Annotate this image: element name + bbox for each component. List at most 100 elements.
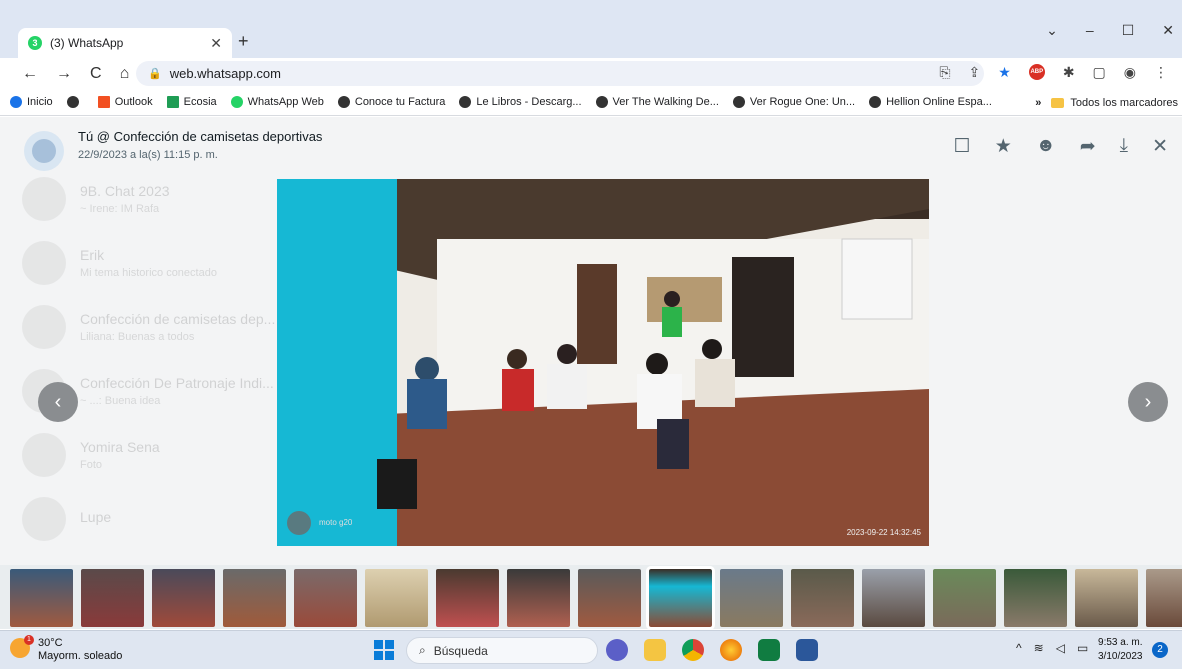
- chat-name: Confección De Patronaje Indi...: [80, 375, 274, 391]
- volume-icon[interactable]: ◁: [1056, 641, 1065, 655]
- bookmark-libros[interactable]: Le Libros - Descarg...: [459, 96, 582, 108]
- download-icon[interactable]: ⤓: [1120, 135, 1128, 158]
- extensions-icon[interactable]: ✱: [1063, 64, 1075, 81]
- thumbnail[interactable]: [294, 569, 357, 627]
- bookmark-star-icon[interactable]: ★: [998, 64, 1011, 81]
- thumbnail[interactable]: [507, 569, 570, 627]
- weather-widget[interactable]: 30°C Mayorm. soleado: [38, 637, 122, 663]
- thumbnail[interactable]: [1004, 569, 1067, 627]
- bookmarks-overflow-button[interactable]: »: [1035, 97, 1041, 109]
- thumbnail-selected[interactable]: [646, 566, 715, 629]
- profile-icon[interactable]: ◉: [1124, 64, 1136, 81]
- bookmark-factura[interactable]: Conoce tu Factura: [337, 96, 445, 108]
- thumbnail[interactable]: [1075, 569, 1138, 627]
- chevron-right-icon: ›: [1144, 390, 1152, 413]
- adblock-icon[interactable]: ABP: [1028, 64, 1045, 80]
- globe-icon: [66, 96, 79, 108]
- bookmark-inicio[interactable]: Inicio: [10, 96, 53, 108]
- previous-media-button[interactable]: ‹: [38, 382, 78, 422]
- thumbnail-strip: [0, 565, 1182, 629]
- back-icon[interactable]: ←: [22, 65, 38, 83]
- chrome-icon[interactable]: [682, 639, 704, 661]
- thumbnail[interactable]: [223, 569, 286, 627]
- maximize-button[interactable]: ☐: [1122, 22, 1135, 39]
- bookmark-outlook[interactable]: Outlook: [97, 96, 153, 108]
- word-icon[interactable]: [796, 639, 818, 661]
- bookmark-blank[interactable]: [66, 96, 84, 108]
- start-button[interactable]: [374, 640, 394, 660]
- avatar: [22, 305, 66, 349]
- thumbnail[interactable]: [862, 569, 925, 627]
- notification-badge[interactable]: 2: [1152, 642, 1168, 658]
- viewer-header: Tú @ Confección de camisetas deportivas …: [0, 117, 1182, 173]
- clock-date: 3/10/2023: [1098, 651, 1143, 662]
- install-icon[interactable]: ⎘: [939, 64, 950, 81]
- star-icon[interactable]: ★: [995, 135, 1012, 158]
- chat-name: 9B. Chat 2023: [80, 183, 170, 199]
- url-field[interactable]: 🔒 web.whatsapp.com: [136, 61, 984, 86]
- close-icon[interactable]: ✕: [1152, 135, 1168, 158]
- taskbar: 1 30°C Mayorm. soleado ⌕ Búsqueda ^ ≋ ◁ …: [0, 630, 1182, 669]
- thumbnail[interactable]: [791, 569, 854, 627]
- tab-search-icon[interactable]: ⌄: [1046, 22, 1058, 39]
- thumbnail[interactable]: [436, 569, 499, 627]
- react-icon[interactable]: ☻: [1036, 135, 1056, 158]
- share-icon[interactable]: ⇪: [969, 64, 981, 81]
- minimize-button[interactable]: –: [1086, 22, 1094, 39]
- thumbnail[interactable]: [1146, 569, 1182, 627]
- taskbar-search[interactable]: ⌕ Búsqueda: [406, 637, 598, 664]
- bookmark-rogue[interactable]: Ver Rogue One: Un...: [732, 96, 855, 108]
- file-explorer-icon[interactable]: [644, 639, 666, 661]
- tab-title: (3) WhatsApp: [50, 36, 124, 50]
- thumbnail[interactable]: [365, 569, 428, 627]
- chevron-up-icon[interactable]: ^: [1016, 641, 1022, 655]
- new-tab-button[interactable]: +: [238, 31, 249, 52]
- photo-watermark: moto g20: [319, 518, 353, 527]
- close-tab-icon[interactable]: ✕: [210, 35, 222, 52]
- bookmark-whatsapp[interactable]: WhatsApp Web: [230, 96, 324, 108]
- excel-icon[interactable]: [758, 639, 780, 661]
- next-media-button[interactable]: ›: [1128, 382, 1168, 422]
- menu-icon[interactable]: ⋮: [1154, 64, 1168, 81]
- bookmark-hellion[interactable]: Hellion Online Espa...: [869, 96, 992, 108]
- reload-icon[interactable]: C: [90, 65, 102, 83]
- clock[interactable]: 9:53 a. m. 3/10/2023: [1098, 636, 1143, 664]
- forward-icon[interactable]: →: [56, 65, 72, 83]
- home-icon[interactable]: ⌂: [120, 65, 130, 83]
- group-avatar[interactable]: [24, 131, 64, 171]
- chat-app-icon[interactable]: [606, 639, 628, 661]
- globe-icon: [869, 96, 882, 108]
- tab-whatsapp[interactable]: 3 (3) WhatsApp ✕: [18, 28, 232, 58]
- all-bookmarks-button[interactable]: Todos los marcadores: [1070, 97, 1178, 109]
- thumbnail[interactable]: [933, 569, 996, 627]
- globe-icon: [10, 96, 22, 108]
- system-tray: ^ ≋ ◁ ▭: [1016, 641, 1088, 655]
- chat-name: Erik: [80, 247, 105, 263]
- temperature: 30°C: [38, 637, 63, 649]
- thumbnail[interactable]: [578, 569, 641, 627]
- bookmark-ecosia[interactable]: Ecosia: [166, 96, 217, 108]
- bookmark-walking[interactable]: Ver The Walking De...: [595, 96, 719, 108]
- chat-name: Confección de camisetas dep...: [80, 311, 276, 327]
- weather-condition: Mayorm. soleado: [38, 650, 123, 662]
- clock-time: 9:53 a. m.: [1098, 637, 1143, 648]
- thumbnail[interactable]: [720, 569, 783, 627]
- sidepanel-icon[interactable]: ▢: [1093, 64, 1106, 81]
- lock-icon[interactable]: 🔒: [148, 67, 162, 80]
- battery-icon[interactable]: ▭: [1077, 641, 1088, 655]
- globe-icon: [459, 96, 472, 108]
- thumbnail[interactable]: [152, 569, 215, 627]
- avatar: [22, 433, 66, 477]
- wifi-icon[interactable]: ≋: [1034, 641, 1044, 655]
- url-text: web.whatsapp.com: [169, 66, 281, 81]
- go-to-message-icon[interactable]: ☐: [954, 135, 971, 158]
- close-window-button[interactable]: ✕: [1162, 22, 1174, 39]
- media-viewer: 9B. Chat 2023 ~ Irene: IM Rafa Erik Mi tem…: [0, 117, 1182, 629]
- avatar: [22, 241, 66, 285]
- thumbnail[interactable]: [10, 569, 73, 627]
- forward-icon[interactable]: ➦: [1080, 135, 1096, 158]
- globe-icon: [595, 96, 608, 108]
- thumbnail[interactable]: [81, 569, 144, 627]
- microsoft-icon: [97, 96, 110, 108]
- firefox-icon[interactable]: [720, 639, 742, 661]
